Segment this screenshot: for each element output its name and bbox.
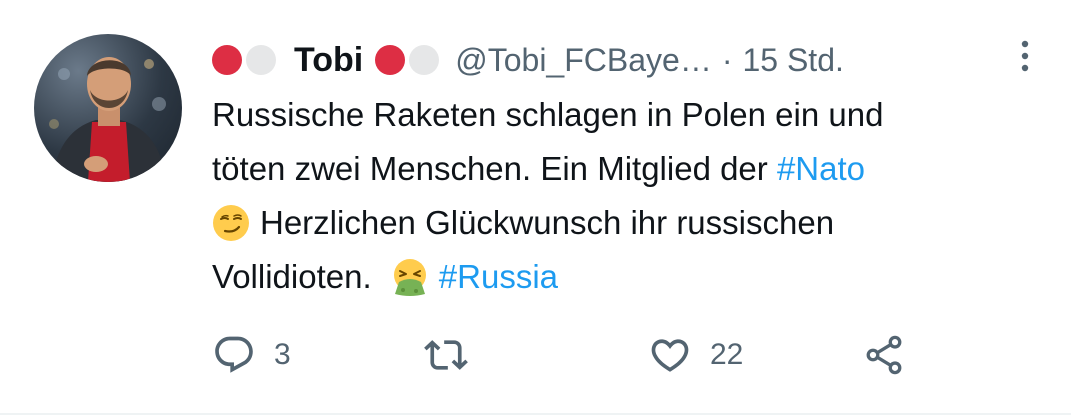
header-separator: · [721, 41, 733, 78]
tweet-text-line: töten zwei Menschen. Ein Mitglied der #N… [212, 142, 1042, 196]
share-icon [866, 335, 902, 375]
author-handle[interactable]: @Tobi_FCBaye… [455, 42, 712, 79]
text-segment: Vollidioten. [212, 258, 372, 295]
reply-button[interactable]: 3 [212, 330, 291, 380]
tweet-header: Tobi @Tobi_FCBaye… · 15 Std. [212, 34, 1042, 86]
reply-count: 3 [274, 338, 291, 371]
red-circle-emoji [212, 45, 242, 75]
retweet-button[interactable] [424, 330, 468, 380]
white-circle-emoji [409, 45, 440, 75]
avatar[interactable] [34, 34, 182, 182]
tweet-text-line: Herzlichen Glückwunsch ihr russischen [212, 196, 1042, 250]
hashtag-russia[interactable]: #Russia [439, 258, 558, 295]
hashtag-nato[interactable]: #Nato [777, 150, 865, 187]
text-segment: töten zwei Menschen. Ein Mitglied der [212, 150, 777, 187]
text-segment: Herzlichen Glückwunsch ihr russischen [260, 204, 835, 241]
more-vertical-icon [1021, 40, 1029, 72]
like-button[interactable]: 22 [648, 330, 743, 380]
text-segment: Russische Raketen schlagen in Polen ein … [212, 96, 884, 133]
red-circle-emoji [375, 45, 406, 75]
tweet-actions: 3 22 [212, 330, 1042, 380]
white-circle-emoji [246, 45, 276, 75]
vomiting-face-emoji [393, 259, 426, 296]
author-display-name[interactable]: Tobi [294, 41, 363, 80]
retweet-icon [424, 340, 468, 370]
share-button[interactable] [862, 330, 906, 380]
tweet-text: Russische Raketen schlagen in Polen ein … [212, 88, 1042, 304]
tweet-text-line: Vollidioten. #Russia [212, 250, 1042, 304]
tweet[interactable]: Tobi @Tobi_FCBaye… · 15 Std. Russische R… [0, 0, 1071, 415]
smirking-face-emoji [213, 205, 249, 241]
more-options-button[interactable] [1015, 36, 1035, 76]
like-count: 22 [710, 338, 744, 371]
tweet-text-line: Russische Raketen schlagen in Polen ein … [212, 88, 1042, 142]
avatar-image [49, 57, 166, 182]
heart-icon [651, 339, 689, 372]
reply-icon [215, 336, 253, 373]
tweet-timestamp[interactable]: 15 Std. [742, 42, 843, 79]
